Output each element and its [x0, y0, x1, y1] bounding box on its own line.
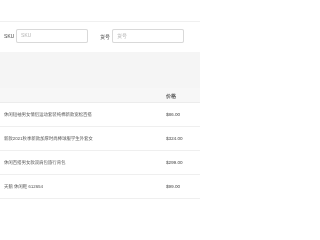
product-name: 休闲短袖男女情侣运动套装纯棉新款宽松百搭 [4, 112, 92, 117]
product-price: $99.00 [166, 184, 181, 189]
sku-code-input-placeholder: 货号 [117, 34, 128, 40]
table-row[interactable]: 休闲短袖男女情侣运动套装纯棉新款宽松百搭 $86.00 [0, 103, 200, 127]
product-name: 天鹅 休闲鞋 612654 [4, 184, 44, 189]
table-row[interactable]: 新款2021秋季新款加厚时尚棒球服学生外套女 $324.00 [0, 127, 200, 151]
sku-input[interactable]: SKU [16, 29, 88, 43]
product-price: $299.00 [166, 160, 183, 165]
product-price: $324.00 [166, 136, 183, 141]
table-header: 价格 [0, 88, 200, 103]
spacer-band [0, 52, 200, 88]
product-price: $86.00 [166, 112, 181, 117]
table-row[interactable]: 天鹅 休闲鞋 612654 $99.00 [0, 175, 200, 199]
sku-code-label: 货号 [100, 35, 111, 41]
sku-code-input[interactable]: 货号 [112, 29, 184, 43]
top-bar [0, 0, 200, 22]
price-column-header: 价格 [166, 94, 177, 100]
filter-bar: SKU SKU 货号 货号 [0, 22, 200, 52]
sku-label: SKU [4, 34, 15, 40]
product-name: 休闲百搭男女款双肩包旅行背包 [4, 160, 66, 165]
table-row[interactable]: 休闲百搭男女款双肩包旅行背包 $299.00 [0, 151, 200, 175]
product-name: 新款2021秋季新款加厚时尚棒球服学生外套女 [4, 136, 93, 141]
sku-input-placeholder: SKU [21, 33, 32, 39]
